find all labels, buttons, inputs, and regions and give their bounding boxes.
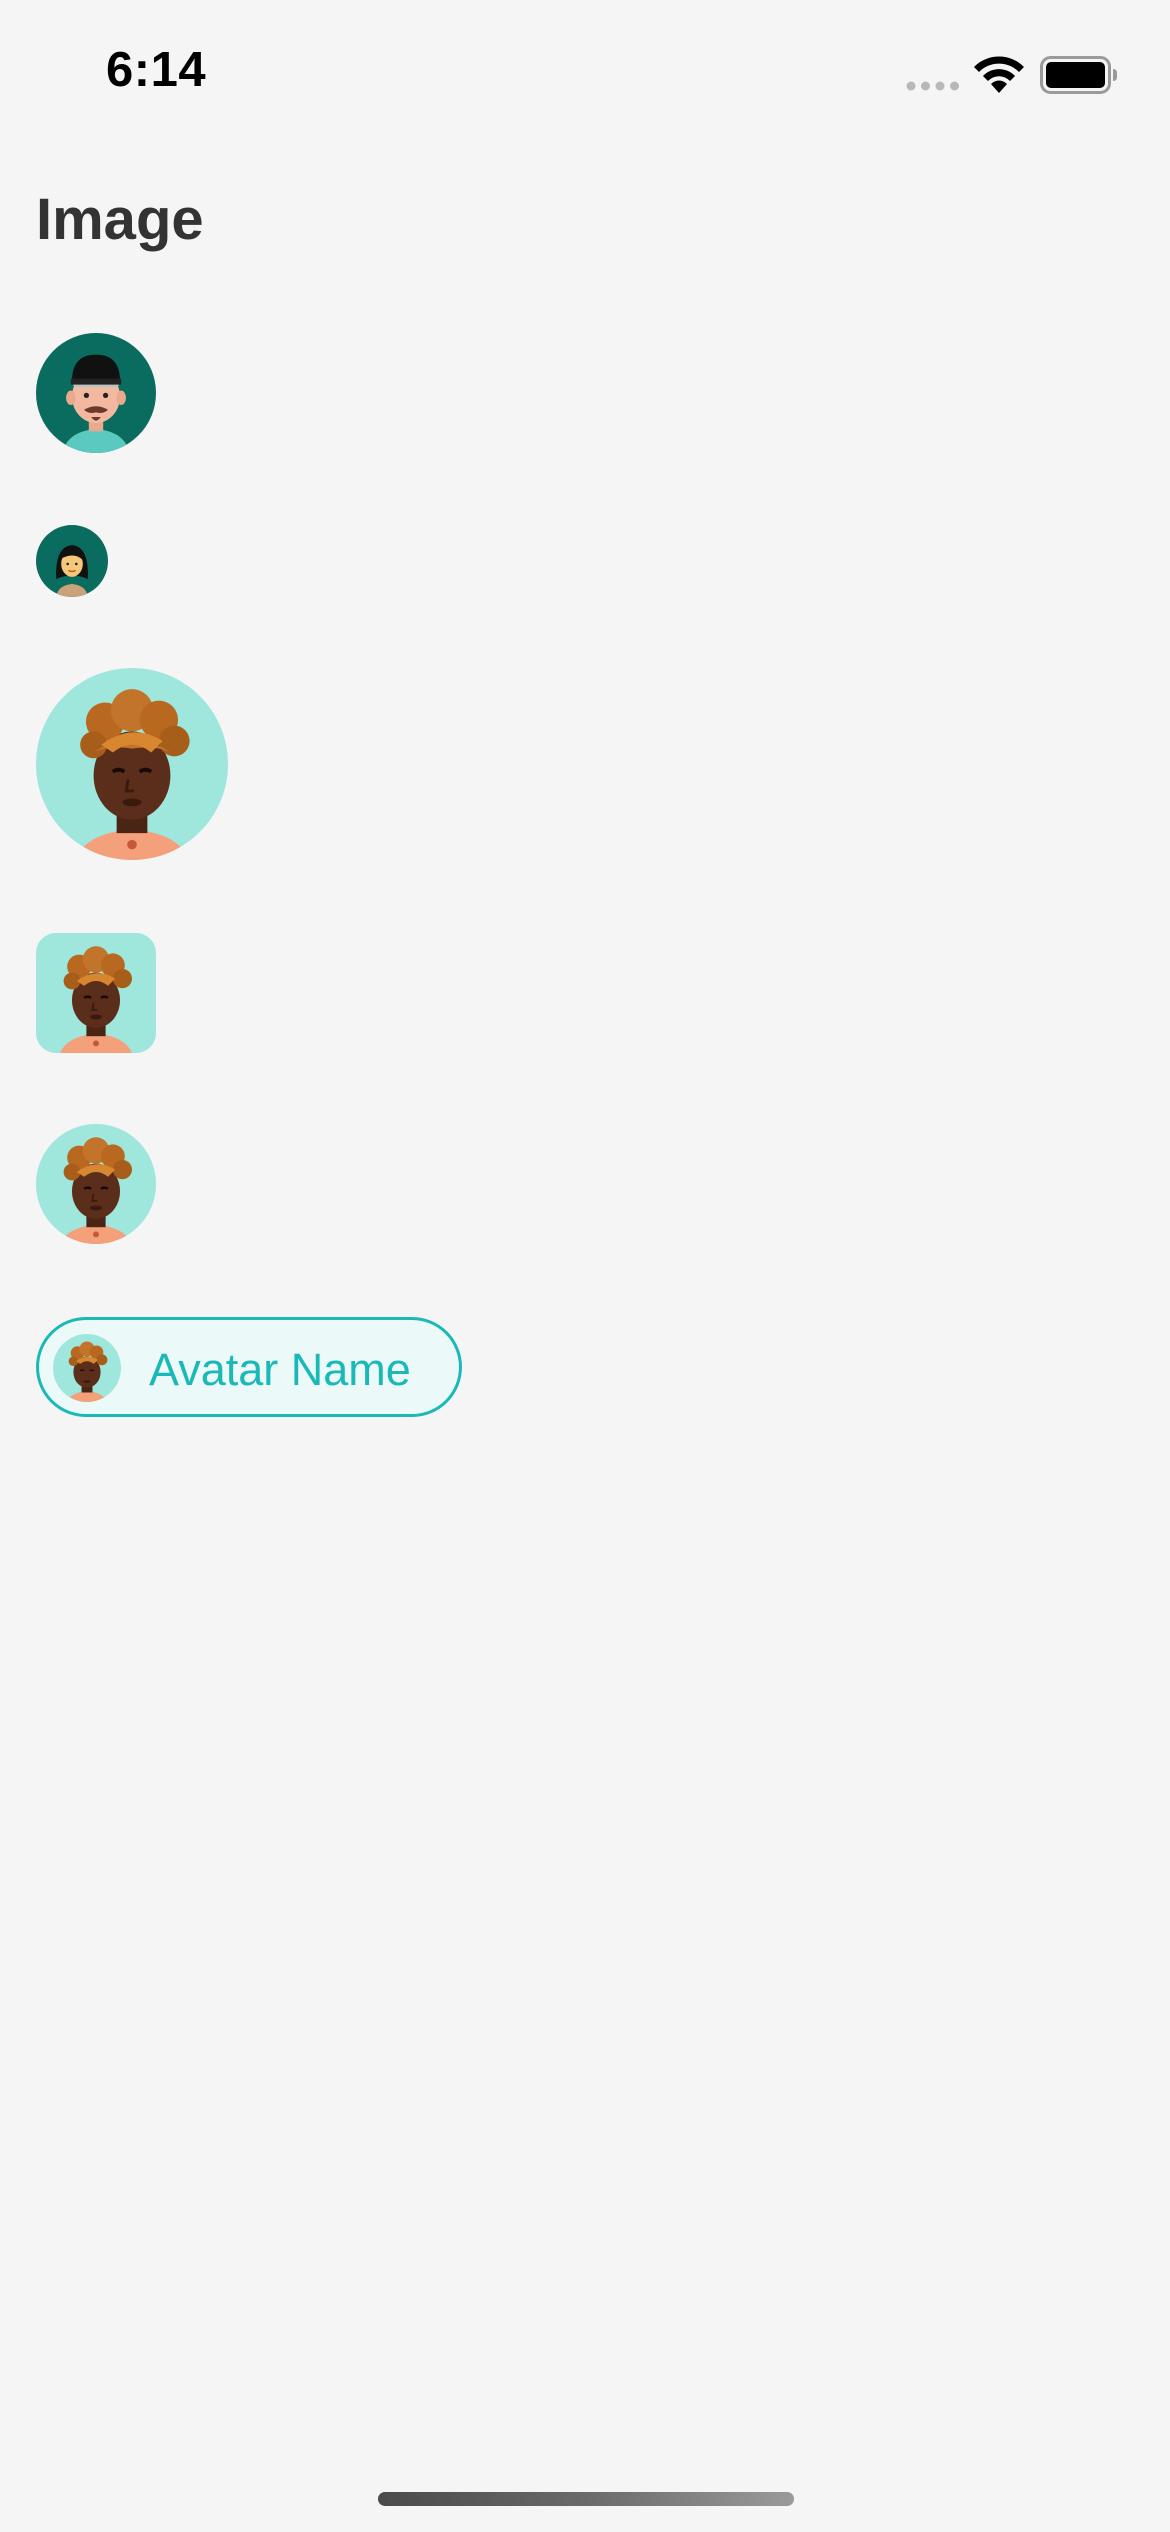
avatar-chip[interactable]: Avatar Name [36, 1317, 462, 1417]
cellular-signal-icon [906, 81, 959, 91]
status-bar: 6:14 [0, 0, 1170, 150]
avatar-woman-headwrap[interactable] [36, 1124, 156, 1244]
avatar-woman-headwrap-image [36, 933, 156, 1053]
avatar-woman-headwrap [53, 1334, 121, 1402]
chip-avatar-image [53, 1334, 121, 1402]
avatar-woman[interactable] [36, 525, 108, 597]
avatar-woman-headwrap[interactable] [36, 668, 228, 860]
home-indicator[interactable] [378, 2492, 794, 2506]
chip-label: Avatar Name [149, 1344, 411, 1395]
avatar-man-cap-image [36, 333, 156, 453]
page-title: Image [36, 187, 204, 252]
avatar-woman-headwrap[interactable] [36, 933, 156, 1053]
status-time: 6:14 [106, 43, 207, 97]
battery-icon [1040, 56, 1117, 94]
wifi-icon [974, 56, 1024, 93]
avatar-woman-image [36, 525, 108, 597]
avatar-woman-headwrap-image [36, 668, 228, 860]
avatar-woman-headwrap-image [36, 1124, 156, 1244]
avatar-man-cap[interactable] [36, 333, 156, 453]
